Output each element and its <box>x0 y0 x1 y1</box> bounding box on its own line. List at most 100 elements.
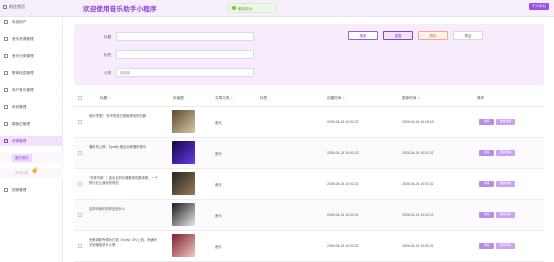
row-delete-button[interactable]: 删除详情 <box>496 212 515 218</box>
sidebar-item-label: 系统用户 <box>12 19 27 24</box>
sidebar-item-label: 资源管理 <box>12 138 27 143</box>
sidebar-item-music-categories[interactable]: 音乐分类管理 ⌄ <box>0 51 63 61</box>
playlist-icon <box>4 71 8 75</box>
sidebar-item-templates[interactable]: 模板位管理 ⌄ <box>0 119 63 129</box>
category-filter-label: 分类 <box>104 71 112 75</box>
home-link[interactable]: 前往首页 <box>3 4 25 10</box>
row-detail-button[interactable]: 详情 <box>479 119 494 125</box>
sidebar-item-resources[interactable]: 资源管理 ⌃ <box>0 136 63 146</box>
column-cover: 封面图 <box>173 96 184 100</box>
row-detail-button[interactable]: 详情 <box>479 181 494 187</box>
row-category: 音乐 <box>215 121 222 125</box>
table-row: 连享听音乐的好处是什么 音乐 2025-04-24 10:02:22 2025-04-… <box>74 200 544 231</box>
sort-icon: ⇅ <box>108 96 111 100</box>
search-button[interactable]: 搜索 <box>348 31 378 40</box>
chevron-down-icon: ⌄ <box>55 105 58 109</box>
app-title: 欢迎使用音乐助手小程序 <box>83 6 157 13</box>
gear-icon <box>4 105 8 109</box>
row-detail-button[interactable]: 详情 <box>479 150 494 156</box>
row-checkbox[interactable] <box>78 244 82 248</box>
chevron-down-icon: ⌄ <box>55 54 58 58</box>
chevron-down-icon: ⌄ <box>55 37 58 41</box>
row-cover-image <box>172 203 195 226</box>
row-delete-button[interactable]: 删除详情 <box>496 150 515 156</box>
table-header: 标题⇅ 封面图 文章分类⇅ 标签 创建时间⇅ 更新时间⇅ 操作 <box>74 91 544 107</box>
user-center-button[interactable]: 个人中心 <box>529 3 549 10</box>
row-category: 音乐 <box>215 245 222 249</box>
row-detail-button[interactable]: 详情 <box>479 212 494 218</box>
mouse-pointer-icon: ☝ <box>31 168 39 174</box>
row-category: 音乐 <box>215 183 222 187</box>
sidebar-item-user-music[interactable]: 用户音乐管理 ⌄ <box>0 85 63 95</box>
chevron-up-icon: ⌃ <box>55 139 58 143</box>
sidebar-subitem-music-news[interactable]: 音乐资讯 <box>12 154 32 162</box>
column-actions: 操作 <box>477 96 485 100</box>
row-checkbox[interactable] <box>78 182 82 186</box>
home-icon <box>3 5 7 9</box>
chevron-down-icon: ⌄ <box>55 88 58 92</box>
column-category[interactable]: 文章分类⇅ <box>215 96 233 101</box>
row-checkbox[interactable] <box>78 151 82 155</box>
row-cover-image <box>172 172 195 195</box>
row-checkbox[interactable] <box>78 213 82 217</box>
table-row: 音乐学堂？ 你不知道已被取缔流的乐器 音乐 2025-04-24 10:02:22 2… <box>74 107 544 138</box>
tag-filter-input[interactable] <box>116 50 254 59</box>
row-delete-button[interactable]: 删除详情 <box>496 243 515 249</box>
table-row: "非常不爽" ！高出名的乐器教你的跳来跳，一个很行业让我改的规范 音乐 2025-0… <box>74 169 544 200</box>
sort-icon: ⇅ <box>417 96 420 100</box>
export-button[interactable]: 导出 <box>453 31 483 40</box>
reset-button[interactable]: 重置 <box>383 31 413 40</box>
chevron-down-icon: ⌄ <box>55 188 58 192</box>
table-row: 潮听风上榜，Spotify 推出对现潮听音乐 音乐 2025-04-24 10:02… <box>74 138 544 169</box>
column-created[interactable]: 创建时间⇅ <box>327 96 345 101</box>
chevron-down-icon: ⌄ <box>247 71 250 75</box>
template-icon <box>4 122 8 126</box>
sidebar-item-music-resources[interactable]: 音乐资源管理 ⌄ <box>0 34 63 44</box>
success-toast: ✓ 删除成功! <box>228 3 276 13</box>
column-title[interactable]: 标题⇅ <box>100 96 111 101</box>
sidebar-item-label: 模板位管理 <box>12 121 30 126</box>
row-title: 完美调频专辑为打造《Solly》MV上线，而满乐天则播放说什么歌 <box>89 238 158 248</box>
news-table: 标题⇅ 封面图 文章分类⇅ 标签 创建时间⇅ 更新时间⇅ 操作 音乐学堂？ 你不… <box>74 91 544 262</box>
row-created: 2025-04-24 10:02:22 <box>327 182 359 186</box>
row-cover-image <box>172 141 195 164</box>
row-updated: 2025-04-24 10:02:22 <box>402 213 434 217</box>
row-updated: 2025-04-24 10:02:22 <box>402 182 434 186</box>
chevron-down-icon: ⌄ <box>55 71 58 75</box>
sidebar-item-system[interactable]: 系统管理 ⌄ <box>0 102 63 112</box>
row-created: 2025-04-24 10:02:22 <box>327 244 359 248</box>
row-delete-button[interactable]: 删除详情 <box>496 181 515 187</box>
row-checkbox[interactable] <box>78 120 82 124</box>
row-cover-image <box>172 234 195 257</box>
chevron-down-icon: ⌄ <box>55 122 58 126</box>
sidebar-item-videos[interactable]: 视频管理 ⌄ <box>0 185 63 195</box>
delete-button[interactable]: 删除 <box>418 31 448 40</box>
sidebar-item-label: 歌单信息管理 <box>12 70 34 75</box>
sidebar-item-label: 音乐分类管理 <box>12 53 34 58</box>
title-filter-label: 标题 <box>104 35 112 39</box>
table-row: 完美调频专辑为打造《Solly》MV上线，而满乐天则播放说什么歌音乐 2025-0… <box>74 231 544 262</box>
sidebar-item-label: 视频管理 <box>12 187 27 192</box>
row-detail-button[interactable]: 详情 <box>479 243 494 249</box>
row-delete-button[interactable]: 删除详情 <box>496 119 515 125</box>
home-label: 前往首页 <box>9 4 25 9</box>
top-header: 前往首页 欢迎使用音乐助手小程序 ✓ 删除成功! 个人中心 <box>0 0 554 17</box>
row-title: 连享听音乐的好处是什么 <box>89 207 126 211</box>
select-all-checkbox[interactable] <box>78 96 82 100</box>
sidebar-subitem-news-categories[interactable]: 资讯分类 <box>12 169 32 177</box>
column-tags: 标签 <box>260 96 268 100</box>
sidebar-item-system-users[interactable]: 系统用户 <box>0 17 63 27</box>
column-updated[interactable]: 更新时间⇅ <box>402 96 420 101</box>
sidebar-item-playlists[interactable]: 歌单信息管理 ⌄ <box>0 68 63 78</box>
row-title: 潮听风上榜，Spotify 推出对现潮听音乐 <box>89 145 147 149</box>
check-icon: ✓ <box>232 6 236 10</box>
video-icon <box>4 188 8 192</box>
category-icon <box>4 54 8 58</box>
row-category: 音乐 <box>215 152 222 156</box>
category-filter-select[interactable]: 请选择 ⌄ <box>116 68 254 77</box>
tag-filter-label: 标签 <box>104 53 112 57</box>
headphones-icon <box>4 88 8 92</box>
user-icon <box>4 20 8 24</box>
row-updated: 2025-04-24 10:02:22 <box>402 244 434 248</box>
title-filter-input[interactable] <box>116 32 254 41</box>
